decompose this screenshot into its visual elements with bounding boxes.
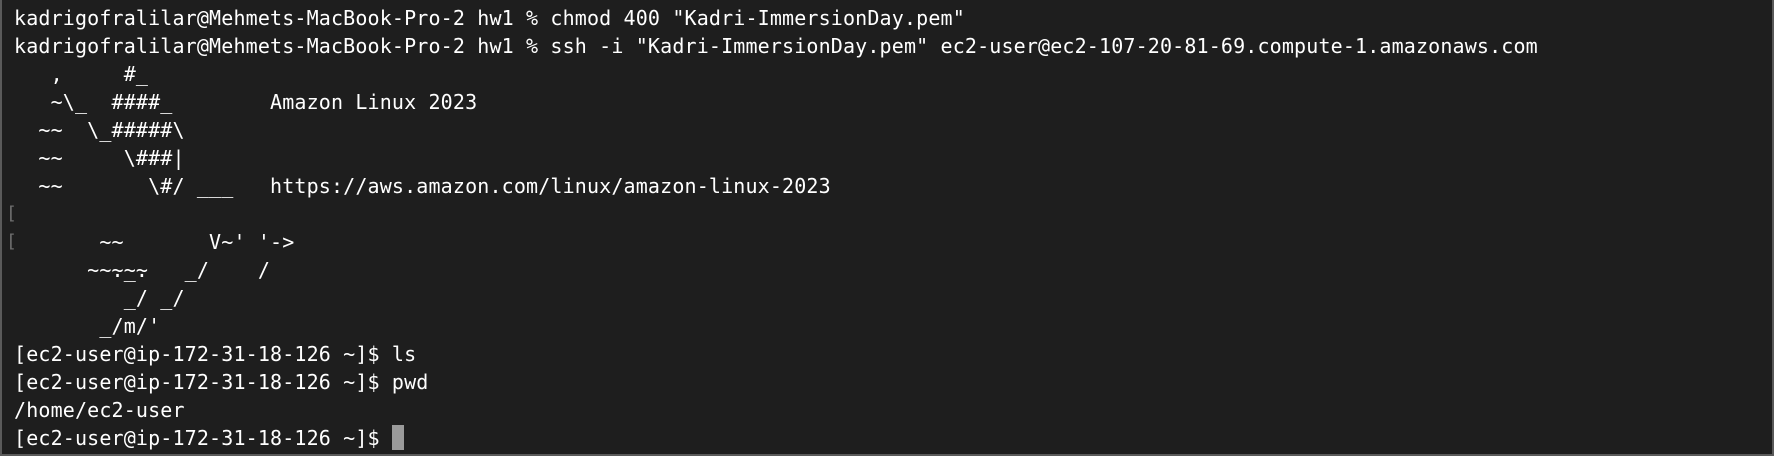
line-marker-icon: [ [6, 231, 17, 252]
cursor-icon [391, 425, 404, 450]
terminal-window[interactable]: kadrigofralilar@Mehmets-MacBook-Pro-2 hw… [0, 0, 1774, 456]
command-line-pwd: [ec2-user@ip-172-31-18-126 ~]$ pwd [14, 370, 429, 394]
banner-art-line-1: , #_ [14, 62, 149, 86]
banner-art-line-3: ~~ \_#####\ [14, 118, 185, 142]
prompt-text: [ec2-user@ip-172-31-18-126 ~]$ [14, 426, 392, 450]
banner-art-line-6: [ ~~ V~' '-> [6, 200, 1772, 254]
banner-art-line-2: ~\_ ####_ Amazon Linux 2023 [14, 90, 478, 114]
banner-art-line-9: _/ _/ [14, 286, 185, 310]
banner-art-line-10: _/m/' [14, 314, 161, 338]
banner-art-line-4: ~~ \###| [14, 146, 185, 170]
command-output-pwd: /home/ec2-user [14, 398, 185, 422]
banner-art-line-7: [ ~~~ / [6, 228, 1772, 282]
command-line-ssh: kadrigofralilar@Mehmets-MacBook-Pro-2 hw… [14, 34, 1538, 58]
banner-art-line-8: ~~._. _/ [14, 258, 210, 282]
line-marker-icon: [ [6, 203, 17, 224]
command-line-ls: [ec2-user@ip-172-31-18-126 ~]$ ls [14, 342, 417, 366]
banner-art-line-5: ~~ \#/ ___ https://aws.amazon.com/linux/… [14, 174, 831, 198]
command-line-chmod: kadrigofralilar@Mehmets-MacBook-Pro-2 hw… [14, 6, 965, 30]
current-prompt-line[interactable]: [ec2-user@ip-172-31-18-126 ~]$ [14, 424, 1772, 452]
